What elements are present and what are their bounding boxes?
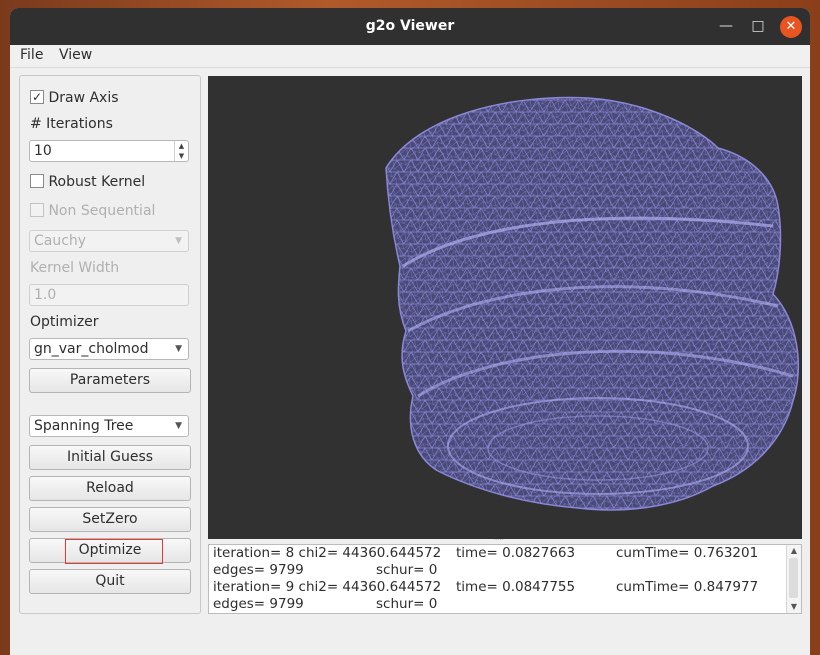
minimize-icon[interactable]: — xyxy=(716,16,736,36)
optimizer-label: Optimizer xyxy=(30,314,99,330)
log-edges: edges= 9799 xyxy=(213,596,304,612)
setzero-button[interactable]: SetZero xyxy=(29,507,191,532)
optimizer-select[interactable]: gn_var_cholmod ▼ xyxy=(29,338,189,360)
scroll-thumb[interactable] xyxy=(789,558,798,598)
non-sequential-label: Non Sequential xyxy=(48,203,156,219)
menu-file[interactable]: File xyxy=(20,47,43,63)
splitter-handle[interactable]: ····· xyxy=(494,538,514,544)
log-cumtime: cumTime= 0.763201 xyxy=(616,545,759,561)
kernel-width-label: Kernel Width xyxy=(30,260,120,276)
scroll-down-icon[interactable]: ▼ xyxy=(787,601,801,613)
parameters-button[interactable]: Parameters xyxy=(29,368,191,393)
log-time: time= 0.0827663 xyxy=(456,545,576,561)
log-cumtime: cumTime= 0.847977 xyxy=(616,579,759,595)
check-icon: ✓ xyxy=(30,90,44,104)
log-line: iteration= 8 chi2= 44360.644572 time= 0.… xyxy=(209,545,801,562)
optimizer-select-value: gn_var_cholmod xyxy=(34,341,149,357)
title-bar[interactable]: g2o Viewer — □ ✕ xyxy=(10,8,810,45)
menu-bar: File View xyxy=(10,45,810,68)
checkbox-icon xyxy=(30,203,44,217)
3d-viewer[interactable] xyxy=(208,76,802,539)
reload-button[interactable]: Reload xyxy=(29,476,191,501)
chevron-down-icon: ▼ xyxy=(175,421,182,431)
kernel-width-input: 1.0 xyxy=(29,284,189,306)
quit-button[interactable]: Quit xyxy=(29,569,191,594)
log-iteration: iteration= 9 chi2= 44360.644572 xyxy=(213,579,442,595)
highlight-annotation xyxy=(65,539,163,564)
init-method-select[interactable]: Spanning Tree ▼ xyxy=(29,415,189,437)
chevron-down-icon: ▼ xyxy=(175,236,182,246)
spin-arrows-icon[interactable]: ▲ ▼ xyxy=(174,141,188,161)
log-edges: edges= 9799 xyxy=(213,562,304,578)
kernel-select: Cauchy ▼ xyxy=(29,230,189,252)
window-title: g2o Viewer xyxy=(365,18,455,34)
iterations-value: 10 xyxy=(34,143,52,159)
app-window: g2o Viewer — □ ✕ File View ✓ Draw Axis #… xyxy=(10,8,810,655)
initial-guess-button[interactable]: Initial Guess xyxy=(29,445,191,470)
kernel-select-value: Cauchy xyxy=(34,233,87,249)
log-scrollbar[interactable]: ▲ ▼ xyxy=(786,545,801,613)
kernel-width-value: 1.0 xyxy=(34,287,57,303)
control-panel: ✓ Draw Axis # Iterations 10 ▲ ▼ Robust Ke… xyxy=(19,75,201,614)
iterations-label: # Iterations xyxy=(30,116,113,132)
robust-kernel-checkbox[interactable]: Robust Kernel xyxy=(30,174,145,190)
non-sequential-checkbox: Non Sequential xyxy=(30,203,155,219)
robust-kernel-label: Robust Kernel xyxy=(48,174,146,190)
maximize-icon[interactable]: □ xyxy=(748,16,768,36)
scroll-up-icon[interactable]: ▲ xyxy=(787,545,801,557)
log-line: edges= 9799 schur= 0 xyxy=(209,562,801,579)
log-schur: schur= 0 xyxy=(376,596,438,612)
close-icon[interactable]: ✕ xyxy=(780,16,802,38)
menu-view[interactable]: View xyxy=(59,47,92,63)
mesh-render xyxy=(385,96,799,511)
init-method-value: Spanning Tree xyxy=(34,418,134,434)
log-output[interactable]: iteration= 8 chi2= 44360.644572 time= 0.… xyxy=(208,544,802,614)
checkbox-icon xyxy=(30,174,44,188)
draw-axis-checkbox[interactable]: ✓ Draw Axis xyxy=(30,90,119,106)
draw-axis-label: Draw Axis xyxy=(48,90,119,106)
iterations-spinbox[interactable]: 10 ▲ ▼ xyxy=(29,140,189,162)
log-time: time= 0.0847755 xyxy=(456,579,576,595)
log-iteration: iteration= 8 chi2= 44360.644572 xyxy=(213,545,442,561)
log-line: edges= 9799 schur= 0 xyxy=(209,596,801,613)
log-line: iteration= 9 chi2= 44360.644572 time= 0.… xyxy=(209,579,801,596)
chevron-down-icon: ▼ xyxy=(175,344,182,354)
log-schur: schur= 0 xyxy=(376,562,438,578)
